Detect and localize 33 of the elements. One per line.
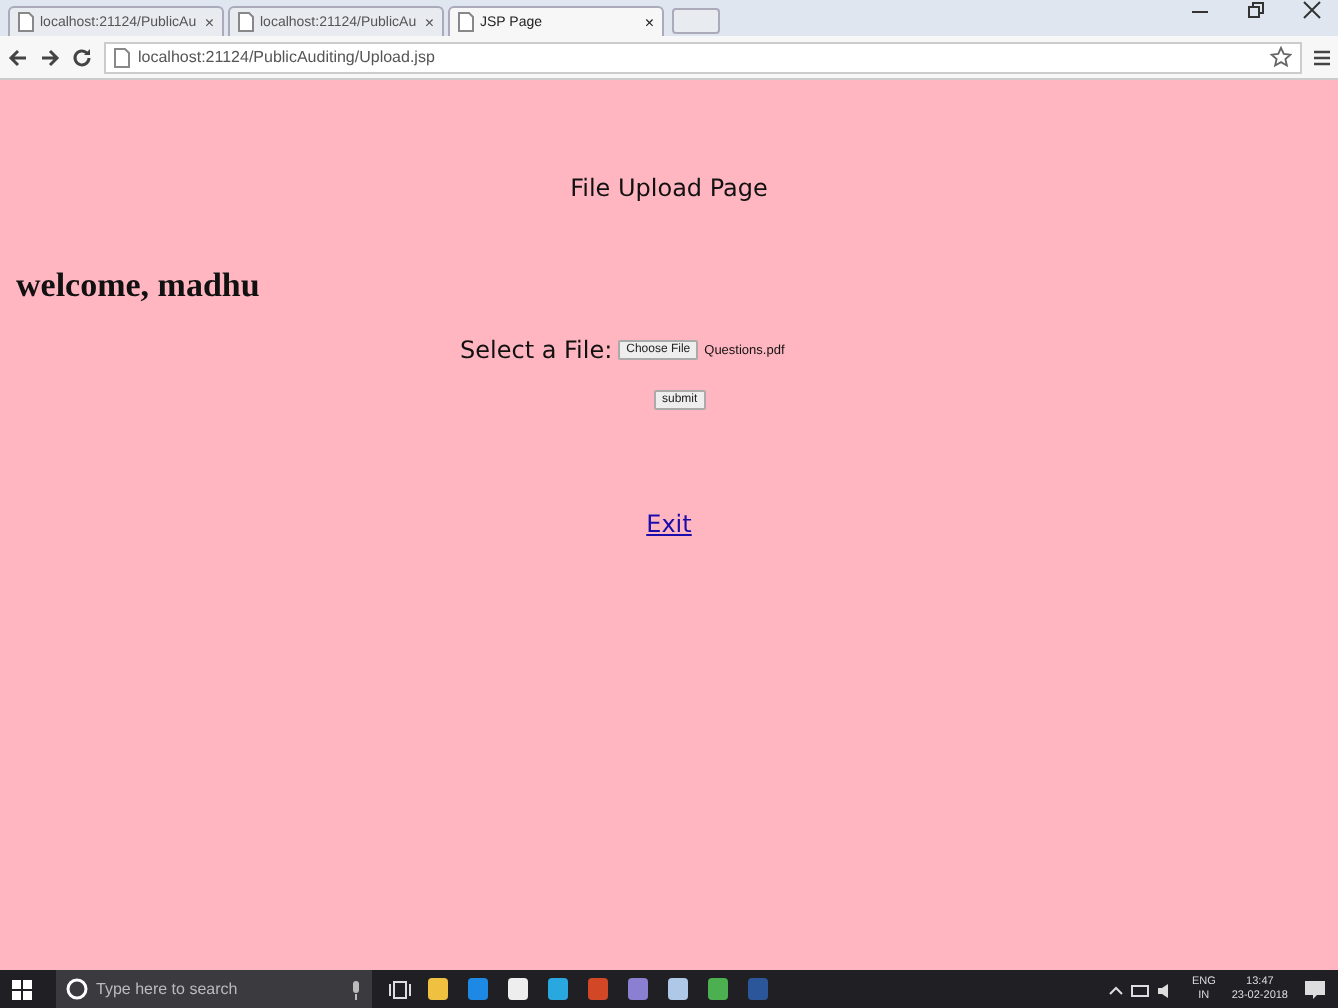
- restore-icon[interactable]: [1246, 0, 1266, 20]
- page-icon: [18, 12, 34, 32]
- tab-close[interactable]: ×: [644, 13, 654, 31]
- taskbar-app-icon[interactable]: [508, 978, 528, 1000]
- page-icon: [458, 12, 474, 32]
- microphone-icon[interactable]: [350, 979, 362, 999]
- address-bar[interactable]: localhost:21124/PublicAuditing/Upload.jsp: [104, 41, 1302, 73]
- taskbar-app-icon[interactable]: [468, 978, 488, 1000]
- taskbar-app-icon[interactable]: [548, 978, 568, 1000]
- windows-icon[interactable]: [12, 979, 32, 999]
- taskbar-app-icon[interactable]: [628, 978, 648, 1000]
- taskbar-search-field[interactable]: Type here to search: [56, 970, 372, 1008]
- task-view-icon[interactable]: [388, 979, 412, 999]
- file-label: Select a File:: [460, 336, 613, 364]
- taskbar-app-icon[interactable]: [668, 978, 688, 1000]
- taskbar-app-icon[interactable]: [588, 978, 608, 1000]
- page-icon: [114, 47, 130, 67]
- menu-icon[interactable]: [1314, 47, 1330, 67]
- back-icon[interactable]: [8, 47, 28, 67]
- page-heading: File Upload Page: [568, 174, 770, 202]
- close-icon[interactable]: [1302, 0, 1322, 20]
- reload-icon[interactable]: [72, 47, 92, 67]
- welcome-text: welcome, madhu: [16, 266, 262, 306]
- page-icon: [238, 12, 254, 32]
- exit-link[interactable]: Exit: [646, 510, 692, 538]
- tab-close[interactable]: ×: [204, 13, 214, 31]
- star-icon[interactable]: [1270, 46, 1292, 68]
- taskbar-app-icon[interactable]: [428, 978, 448, 1000]
- tab-close[interactable]: ×: [424, 13, 434, 31]
- forward-icon[interactable]: [40, 47, 60, 67]
- circle-icon: [66, 978, 88, 1000]
- taskbar-app-icon[interactable]: [708, 978, 728, 1000]
- notification-icon[interactable]: [1304, 979, 1326, 999]
